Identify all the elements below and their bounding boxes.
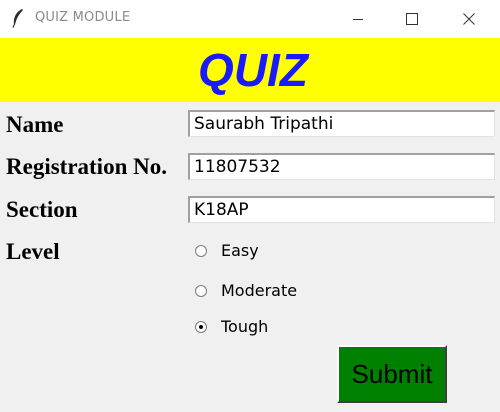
name-input[interactable]: Saurabh Tripathi bbox=[188, 110, 495, 137]
submit-button[interactable]: Submit bbox=[337, 345, 447, 403]
radio-label: Tough bbox=[221, 317, 269, 336]
quiz-title: QUIZ bbox=[198, 44, 308, 96]
maximize-icon bbox=[406, 13, 418, 25]
feather-icon bbox=[12, 9, 23, 28]
radio-label: Easy bbox=[221, 241, 259, 260]
radio-label: Moderate bbox=[221, 281, 298, 300]
window-title: QUIZ MODULE bbox=[35, 10, 131, 25]
registration-input[interactable]: 11807532 bbox=[188, 153, 495, 180]
radio-button-selected[interactable] bbox=[195, 321, 207, 333]
level-label: Level bbox=[6, 239, 60, 264]
section-input[interactable]: K18AP bbox=[188, 196, 495, 223]
section-label: Section bbox=[6, 197, 78, 222]
radio-selected-dot bbox=[199, 325, 203, 329]
radio-button[interactable] bbox=[195, 285, 207, 297]
close-icon bbox=[463, 13, 475, 25]
minimize-icon bbox=[353, 19, 363, 20]
name-label: Name bbox=[6, 112, 64, 137]
header-banner: QUIZ bbox=[0, 38, 500, 102]
registration-label: Registration No. bbox=[6, 154, 167, 179]
maximize-button[interactable] bbox=[389, 0, 435, 38]
minimize-button[interactable] bbox=[335, 0, 381, 38]
close-button[interactable] bbox=[446, 0, 492, 38]
radio-button[interactable] bbox=[195, 245, 207, 257]
title-bar: QUIZ MODULE bbox=[0, 0, 500, 38]
